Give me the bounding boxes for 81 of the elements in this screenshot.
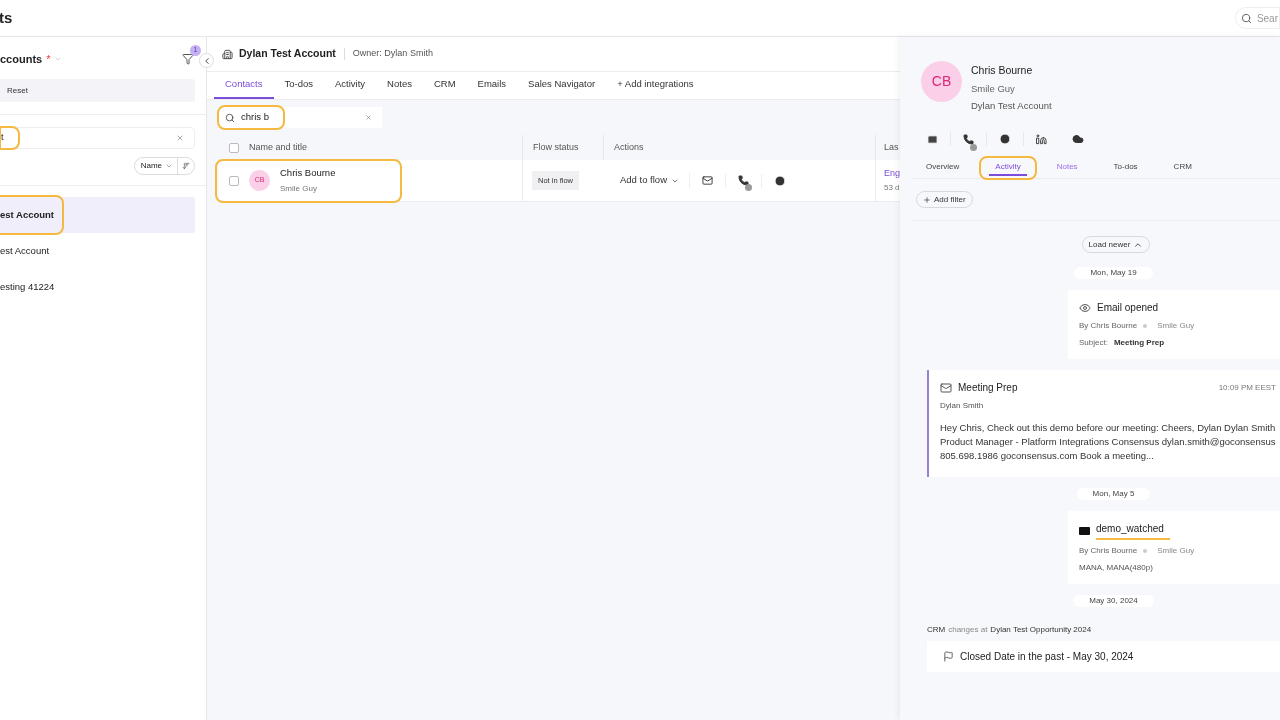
tab[interactable]: + Add integrations	[606, 72, 705, 99]
tab[interactable]: Activity	[324, 72, 377, 99]
add-filter-button[interactable]: Add filter	[916, 191, 973, 209]
account-name: est Account	[0, 197, 63, 233]
activity-detail: MANA, MANA(480p)	[1079, 562, 1153, 575]
contact-title: Smile Guy	[971, 81, 1016, 96]
tab[interactable]: Notes	[376, 72, 423, 99]
add-to-flow-button[interactable]: Add to flow	[620, 173, 690, 188]
contact-name: Chris Bourne	[280, 165, 336, 180]
account-owner: Owner: Dylan Smith	[352, 47, 433, 61]
account-item[interactable]: esting 41224	[0, 269, 195, 305]
activity-detail: Meeting Prep	[1113, 337, 1165, 350]
search-value: chris b	[241, 110, 269, 125]
sort-label: Name	[139, 160, 163, 172]
building-icon	[222, 48, 233, 60]
search-placeholder: Sear	[1256, 11, 1278, 26]
contact-search-field[interactable]: chris b	[219, 107, 382, 128]
list-title: ccounts	[0, 51, 43, 67]
column-header: Actions	[614, 140, 644, 154]
eye-icon	[1079, 301, 1091, 314]
account-name: est Account	[0, 243, 51, 258]
caret-icon	[165, 162, 173, 170]
crm-verb: changes at	[948, 624, 988, 637]
crm-target: Dylan Test Opportunity 2024	[990, 624, 1092, 637]
checkbox[interactable]	[229, 142, 239, 153]
account-item[interactable]: est Account	[0, 197, 195, 233]
contact-avatar: CB	[921, 61, 962, 102]
column-header: Las	[884, 140, 899, 154]
tab[interactable]: Emails	[466, 72, 518, 99]
tab[interactable]: CRM	[1159, 158, 1206, 179]
tab[interactable]: Overview	[912, 158, 974, 179]
tab[interactable]: Contacts	[214, 72, 274, 99]
crm-change-text: Closed Date in the past - May 30, 2024	[960, 650, 1134, 665]
account-item[interactable]: est Account	[0, 233, 195, 269]
column-header: Name and title	[249, 140, 308, 154]
activity-title: demo_watched	[1096, 521, 1170, 541]
email-preview: Hey Chris, Check out this demo before our meeting: Cheers, Dylan Dylan Smith Product Manager - Platform Integrations Consensus dylan.smith@goconsensus 805.698.1986 goconsensus.com Book a meeting...	[940, 421, 1277, 464]
date-pill: Mon, May 5	[1076, 488, 1151, 501]
contact-account: Dylan Test Account	[971, 99, 1052, 113]
tab[interactable]: CRM	[422, 72, 467, 99]
tab[interactable]: Sales Navigator	[517, 72, 607, 99]
activity-author: By Chris Bourne	[1079, 545, 1138, 558]
contact-name: Chris Bourne	[971, 63, 1034, 78]
search-icon	[1240, 12, 1252, 24]
email-time: 10:09 PM EEST	[1218, 381, 1276, 394]
detail-label: Subject:	[1079, 337, 1108, 350]
tab[interactable]: To-dos	[273, 72, 324, 99]
tab[interactable]: Notes	[1042, 158, 1092, 179]
checkbox[interactable]	[229, 175, 239, 186]
page-title: ts	[0, 7, 13, 28]
account-name: esting 41224	[0, 279, 56, 294]
sort-order-icon[interactable]	[182, 162, 190, 170]
date-pill: Mon, May 19	[1074, 267, 1153, 280]
activity-title: Email opened	[1097, 301, 1159, 316]
phone-icon[interactable]	[738, 175, 749, 186]
linkedin-icon[interactable]	[1036, 133, 1047, 145]
phone-icon[interactable]	[963, 133, 974, 145]
search-value: t	[1, 128, 18, 148]
video-icon	[1079, 526, 1090, 535]
last-activity-time: 53 d	[884, 182, 900, 195]
email-sender: Dylan Smith	[940, 400, 985, 413]
email-subject: Meeting Prep	[958, 381, 1018, 396]
plus-icon	[923, 195, 931, 204]
column-header: Flow status	[533, 140, 579, 154]
activity-role: Smile Guy	[1157, 545, 1195, 558]
reset-button[interactable]: Reset	[0, 79, 195, 102]
search-field[interactable]: t	[0, 127, 195, 149]
required-mark: *	[46, 51, 51, 67]
activity-author: By Chris Bourne	[1079, 320, 1138, 333]
search-icon	[225, 112, 235, 123]
last-activity: Eng	[884, 166, 900, 180]
date-pill: May 30, 2024	[1073, 595, 1154, 608]
tab[interactable]: To-dos	[1099, 158, 1152, 179]
tab[interactable]: Activity	[981, 158, 1035, 179]
account-title: Dylan Test Account	[239, 46, 336, 62]
flag-icon	[943, 651, 954, 663]
crm-source: CRM	[927, 624, 946, 637]
cloud-icon[interactable]	[1072, 133, 1084, 146]
contact-title: Smile Guy	[280, 183, 318, 196]
filter-icon[interactable]	[182, 53, 194, 65]
activity-role: Smile Guy	[1157, 320, 1195, 333]
